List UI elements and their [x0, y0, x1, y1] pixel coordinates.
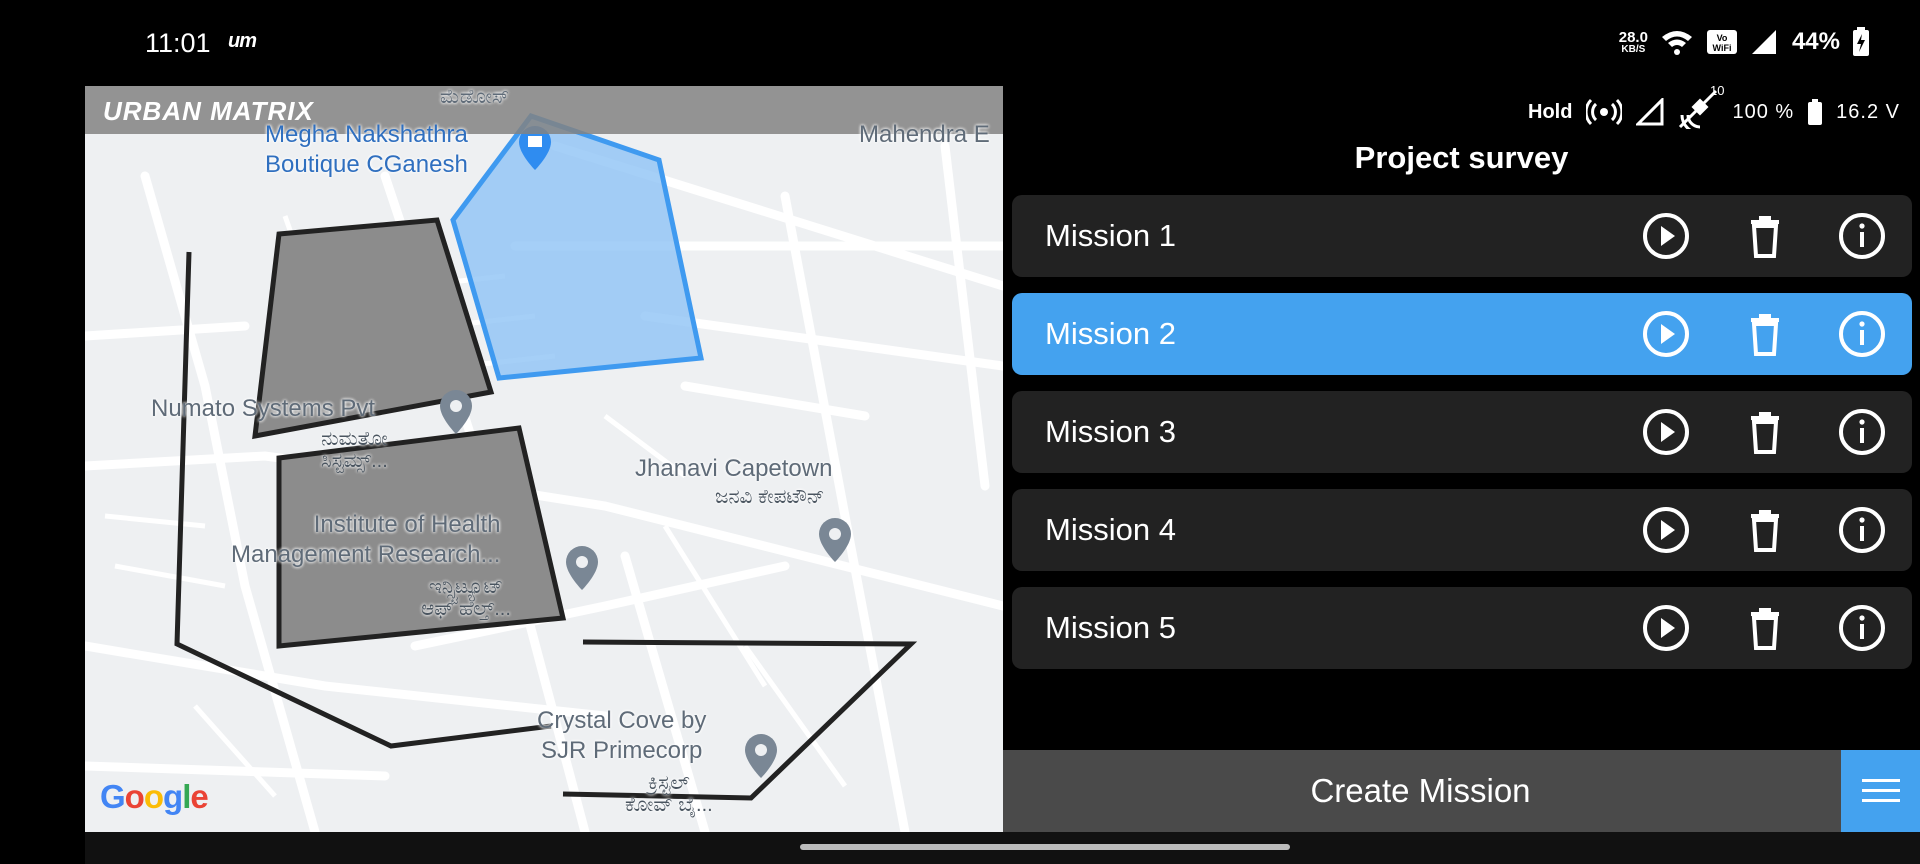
hamburger-menu-icon — [1861, 779, 1900, 802]
poi-label: ಮೆಡೋಸ್ — [440, 86, 509, 108]
page-title: Project survey — [1354, 140, 1569, 175]
mission-row-3[interactable]: Mission 3 — [1012, 391, 1912, 473]
clock: 11:01 — [145, 28, 211, 58]
gesture-handle[interactable] — [800, 844, 1290, 850]
mission-row-4[interactable]: Mission 4 — [1012, 489, 1912, 571]
poi-sublabel: ಇನ್ಸ್ಟಿಟ್ಯೂಟ್ ಆಫ್ ಹೆಲ್ತ್... — [421, 576, 511, 620]
network-speed-unit: KB/S — [1621, 43, 1646, 55]
status-icons: 28.0 KB/S Vo WiFi 44% — [1619, 24, 1870, 60]
mission-row-2[interactable]: Mission 2 — [1012, 293, 1912, 375]
menu-button[interactable] — [1841, 750, 1920, 832]
mission-row-5[interactable]: Mission 5 — [1012, 587, 1912, 669]
vowifi-icon: Vo WiFi — [1706, 30, 1737, 54]
battery-charging-icon — [1853, 27, 1869, 56]
gps-status: 10 — [1678, 83, 1724, 135]
telemetry-bar: Hold 10 100 % 16.2 V — [1003, 83, 1920, 135]
signal-strength-icon — [1636, 98, 1664, 126]
mission-name[interactable]: Mission 5 — [1045, 610, 1176, 646]
play-icon[interactable] — [1642, 212, 1690, 260]
cell-signal-icon — [1751, 30, 1776, 54]
network-speed: 28.0 KB/S — [1619, 30, 1648, 55]
svg-text:WiFi: WiFi — [1712, 43, 1731, 53]
survey-map[interactable]: URBAN MATRIX ಮೆಡೋಸ್ Megha Nakshathra Bou… — [85, 86, 1003, 832]
svg-text:Vo: Vo — [1717, 33, 1728, 43]
mission-name[interactable]: Mission 2 — [1045, 316, 1176, 352]
wifi-icon — [1661, 31, 1692, 55]
flight-mode: Hold — [1528, 100, 1573, 123]
create-mission-button[interactable]: Create Mission — [1003, 750, 1838, 832]
poi-sublabel: ಜನವಿ ಕೇಪಟೌನ್ — [715, 486, 825, 508]
drone-battery-percent: 100 % — [1732, 100, 1795, 123]
mission-row-1[interactable]: Mission 1 — [1012, 195, 1912, 277]
mission-name[interactable]: Mission 3 — [1045, 414, 1176, 450]
play-icon[interactable] — [1642, 310, 1690, 358]
mission-area-2 — [450, 113, 705, 381]
radio-signal-icon — [1586, 98, 1623, 126]
battery-percent: 44% — [1791, 28, 1840, 55]
poi-label[interactable]: Institute of Health Management Research.… — [231, 510, 500, 570]
drone-battery-icon — [1808, 99, 1823, 125]
carrier-logo: um — [228, 30, 257, 52]
delete-icon[interactable] — [1741, 310, 1789, 358]
drone-voltage: 16.2 V — [1836, 100, 1900, 123]
play-icon[interactable] — [1642, 506, 1690, 554]
poi-label[interactable]: Crystal Cove by SJR Primecorp — [537, 706, 706, 766]
info-icon[interactable] — [1838, 506, 1886, 554]
poi-sublabel: ನುಮತೋ ಸಿಸ್ಟಮ್ಸ್... — [321, 428, 388, 472]
mission-name[interactable]: Mission 1 — [1045, 218, 1176, 254]
info-icon[interactable] — [1838, 310, 1886, 358]
status-bar: 11:01 um 28.0 KB/S Vo WiFi 44% — [0, 0, 1920, 84]
poi-label[interactable]: Jhanavi Capetown — [635, 454, 832, 484]
delete-icon[interactable] — [1741, 408, 1789, 456]
satellite-count: 10 — [1709, 83, 1725, 98]
system-nav-bar — [85, 832, 1920, 864]
network-speed-value: 28.0 — [1618, 28, 1648, 46]
info-icon[interactable] — [1838, 212, 1886, 260]
bottom-action-bar: Create Mission — [1003, 750, 1920, 832]
poi-label[interactable]: Numato Systems Pvt — [151, 394, 375, 424]
info-icon[interactable] — [1838, 408, 1886, 456]
delete-icon[interactable] — [1741, 212, 1789, 260]
poi-label[interactable]: Megha Nakshathra Boutique CGanesh — [265, 120, 468, 180]
info-icon[interactable] — [1838, 604, 1886, 652]
google-logo: Google — [100, 778, 209, 815]
play-icon[interactable] — [1642, 408, 1690, 456]
play-icon[interactable] — [1642, 604, 1690, 652]
poi-label[interactable]: Mahendra E — [859, 120, 990, 150]
delete-icon[interactable] — [1741, 506, 1789, 554]
mission-list: Mission 1 Mission 2 Mission 3 Mission 4 … — [1012, 195, 1912, 685]
mission-name[interactable]: Mission 4 — [1045, 512, 1176, 548]
delete-icon[interactable] — [1741, 604, 1789, 652]
poi-sublabel: ಕ್ರಿಸ್ಟಲ್ ಕೋವ್ ಬೈ... — [625, 772, 713, 816]
